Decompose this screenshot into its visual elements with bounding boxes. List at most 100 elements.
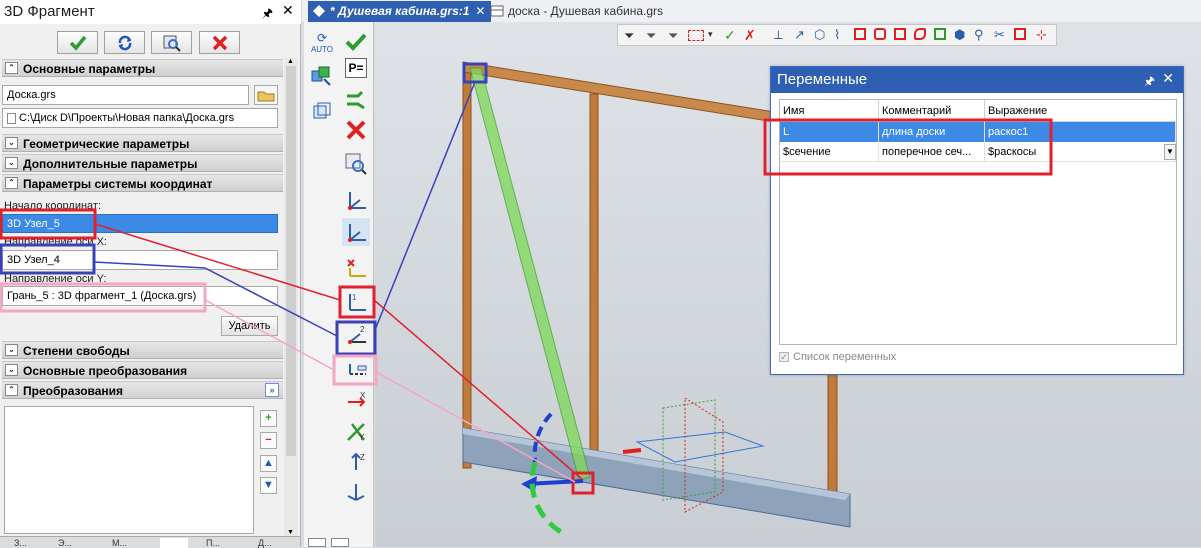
y-axis-label: Направление оси Y: xyxy=(4,273,107,285)
folder-icon xyxy=(257,91,275,102)
pin-icon[interactable]: 🖈︎ xyxy=(262,4,273,25)
cell-name[interactable]: $сечение xyxy=(780,142,879,162)
origin-field[interactable]: 3D Узел_5 xyxy=(2,214,278,233)
coords-button-2[interactable] xyxy=(342,218,370,246)
remove-transform-button[interactable]: − xyxy=(260,432,277,449)
preview-button[interactable] xyxy=(151,31,192,54)
view-button[interactable] xyxy=(308,97,336,125)
expand-icon: ⌄ xyxy=(5,364,18,376)
section-additional[interactable]: ⌄ Дополнительные параметры xyxy=(2,154,283,172)
svg-text:Y: Y xyxy=(359,433,365,442)
section-transforms-basic[interactable]: ⌄ Основные преобразования xyxy=(2,361,283,379)
ok-button[interactable] xyxy=(57,31,98,54)
x-direction-button[interactable]: 2 xyxy=(342,322,370,350)
section-geometric[interactable]: ⌄ Геометрические параметры xyxy=(2,134,283,152)
refresh-button[interactable] xyxy=(104,31,145,54)
column-header-comment[interactable]: Комментарий xyxy=(879,100,985,122)
section-transforms[interactable]: ⌃ Преобразования » xyxy=(2,381,283,399)
checkbox-icon[interactable]: ✓ xyxy=(779,352,789,362)
close-icon[interactable]: ✕ xyxy=(1162,70,1174,87)
pin-icon[interactable]: 🖈︎ xyxy=(1144,72,1155,93)
tab-board[interactable]: доска - Душевая кабина.grs xyxy=(486,1,669,22)
auto-button[interactable]: ⟳ AUTO xyxy=(308,28,336,56)
change-button[interactable] xyxy=(342,86,370,114)
parameters-button[interactable]: P= xyxy=(345,58,367,78)
open-file-button[interactable] xyxy=(254,85,278,105)
origin-point-button[interactable]: 1 xyxy=(342,288,370,316)
expand-more-icon[interactable]: » xyxy=(265,383,279,397)
cell-name[interactable]: L xyxy=(780,122,879,142)
fragment-insert-icon xyxy=(311,66,331,86)
svg-text:2: 2 xyxy=(360,325,365,334)
3d-document-icon xyxy=(313,5,325,17)
properties-panel: 3D Фрагмент 🖈︎ ✕ ⌃ Основные параметры До… xyxy=(0,0,301,548)
cell-comment[interactable]: длина доски xyxy=(879,122,985,142)
transforms-list[interactable] xyxy=(4,406,254,534)
x-direction-icon: 2 xyxy=(348,325,366,344)
collapse-icon: ⌃ xyxy=(5,384,18,396)
rotate-button[interactable] xyxy=(342,478,370,506)
cell-expression[interactable]: $раскосы xyxy=(985,142,1176,162)
layout-icon-1[interactable] xyxy=(308,538,326,547)
y-axis-field[interactable]: Грань_5 : 3D фрагмент_1 (Доска.grs) xyxy=(2,286,278,306)
fragment-button[interactable] xyxy=(308,62,336,90)
variables-title: Переменные xyxy=(777,71,868,88)
scroll-up-icon[interactable]: ▲ xyxy=(287,58,294,65)
scrollbar-thumb[interactable] xyxy=(286,66,296,456)
scroll-down-icon[interactable]: ▼ xyxy=(287,529,294,536)
snap-icon xyxy=(347,259,366,277)
variables-header: Переменные 🖈︎ ✕ xyxy=(771,67,1183,93)
column-header-name[interactable]: Имя xyxy=(780,100,879,122)
file-name-field[interactable]: Доска.grs xyxy=(2,85,249,105)
snap-origin-button[interactable] xyxy=(342,254,370,282)
dropdown-arrow-icon[interactable]: ▼ xyxy=(1164,144,1176,160)
origin-label: Начало координат: xyxy=(4,200,102,212)
cell-expression[interactable]: раскос1 xyxy=(985,122,1176,142)
variables-list-checkbox[interactable]: ✓ Список переменных xyxy=(779,351,896,363)
table-row[interactable]: $сечение поперечное сеч... $раскосы ▼ xyxy=(780,142,1176,162)
document-tabs: * Душевая кабина.grs:1 ✕ доска - Душевая … xyxy=(302,0,1201,22)
file-path-field: C:\Диск D\Проекты\Новая папка\Доска.grs xyxy=(2,108,278,128)
move-x-button[interactable]: X xyxy=(342,388,370,416)
move-y-icon: Y xyxy=(347,423,365,442)
column-header-expression[interactable]: Выражение xyxy=(985,100,1176,122)
coords-button-1[interactable] xyxy=(342,186,370,214)
move-y-button[interactable]: Y xyxy=(342,418,370,446)
magnifier-icon xyxy=(163,35,181,52)
axes-icon xyxy=(348,192,366,210)
move-down-button[interactable]: ▼ xyxy=(260,477,277,494)
rotation-arc-red xyxy=(622,448,642,454)
section-freedom[interactable]: ⌄ Степени свободы xyxy=(2,341,283,359)
y-direction-button[interactable] xyxy=(342,356,370,384)
3d-viewport[interactable]: ⏷ ⏷ ⏷ ▾ ✓ ✗ ⟂ ↗ ⬡ ⌇ ⬢ ⚲ ✂ ⊹ Переменные 🖈… xyxy=(375,22,1201,547)
svg-text:X: X xyxy=(360,391,366,400)
refresh-icon xyxy=(118,35,131,50)
section-basic[interactable]: ⌃ Основные параметры xyxy=(2,59,283,77)
add-transform-button[interactable]: + xyxy=(260,410,277,427)
expand-icon: ⌄ xyxy=(5,157,18,169)
delete-fragment-button[interactable] xyxy=(342,116,370,144)
tab-shower-cabin[interactable]: * Душевая кабина.grs:1 ✕ xyxy=(308,1,492,22)
y-direction-icon xyxy=(349,364,367,375)
panel-title: 3D Фрагмент xyxy=(4,3,95,20)
x-axis-field[interactable]: 3D Узел_4 xyxy=(2,250,278,270)
panel-scrollbar[interactable]: ▲ ▼ xyxy=(284,58,298,536)
plane-blue xyxy=(635,431,765,463)
section-coords[interactable]: ⌃ Параметры системы координат xyxy=(2,174,283,192)
checkmark-icon xyxy=(345,33,367,51)
table-row[interactable]: L длина доски раскос1 xyxy=(780,122,1176,142)
svg-text:1: 1 xyxy=(352,293,357,302)
apply-button[interactable] xyxy=(342,28,370,56)
cancel-button[interactable] xyxy=(199,31,240,54)
cross-icon xyxy=(212,35,227,50)
parameters-icon: P= xyxy=(348,61,364,75)
close-icon[interactable]: ✕ xyxy=(282,2,294,19)
move-up-button[interactable]: ▲ xyxy=(260,455,277,472)
move-z-button[interactable]: Z xyxy=(342,448,370,476)
tab-close-icon[interactable]: ✕ xyxy=(475,4,485,18)
cell-comment[interactable]: поперечное сеч... xyxy=(879,142,985,162)
diagonal-brace xyxy=(469,67,591,481)
layout-icon-2[interactable] xyxy=(331,538,349,547)
delete-button[interactable]: Удалить xyxy=(221,316,278,336)
zoom-fragment-button[interactable] xyxy=(342,150,370,178)
